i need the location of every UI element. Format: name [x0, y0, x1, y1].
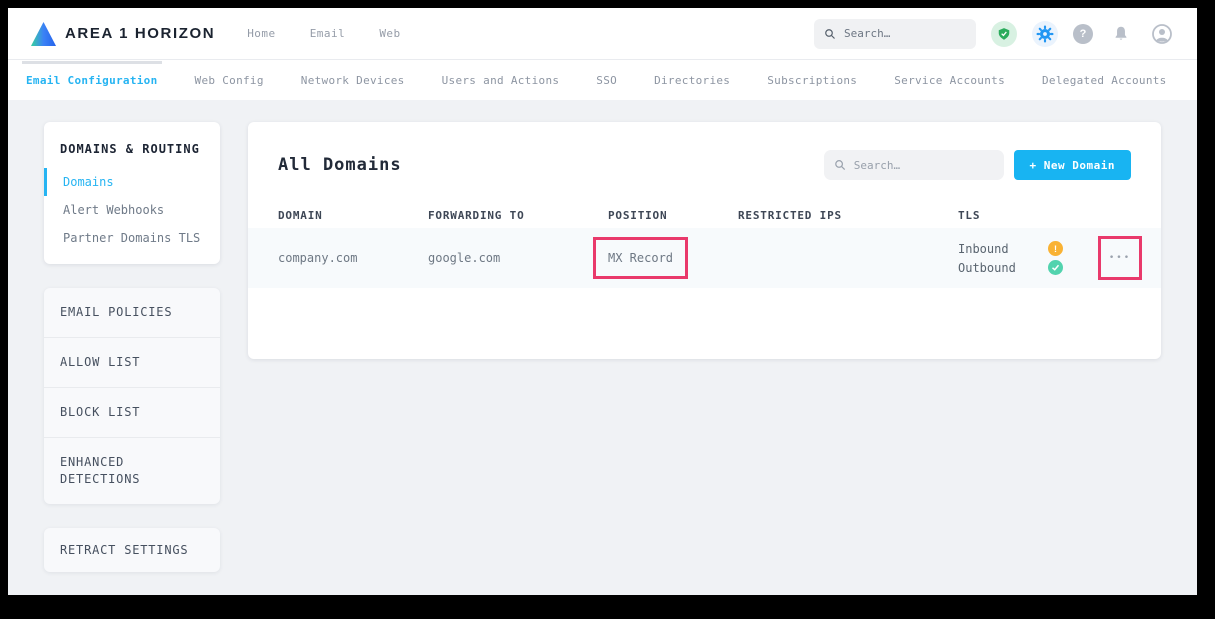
logo[interactable]: AREA 1 HORIZON	[30, 21, 215, 47]
help-glyph: ?	[1080, 28, 1087, 40]
shield-check-icon	[997, 27, 1011, 41]
tls-inbound-label: Inbound	[958, 242, 1048, 256]
page-title: All Domains	[278, 155, 402, 175]
tls-inbound: Inbound !	[958, 241, 1098, 256]
tab-network-devices[interactable]: Network Devices	[297, 61, 409, 100]
content-area: DOMAINS & ROUTING Domains Alert Webhooks…	[8, 100, 1197, 595]
global-search-input[interactable]	[844, 27, 966, 40]
col-header-domain: DOMAIN	[278, 209, 428, 222]
person-icon	[1151, 23, 1173, 45]
cell-position: MX Record	[608, 251, 673, 265]
global-search[interactable]	[814, 19, 976, 49]
cell-domain: company.com	[278, 251, 428, 265]
domains-search-input[interactable]	[854, 159, 994, 172]
tab-sso[interactable]: SSO	[592, 61, 621, 100]
tab-subscriptions[interactable]: Subscriptions	[763, 61, 861, 100]
top-bar-right: ?	[814, 19, 1175, 49]
help-icon[interactable]: ?	[1073, 24, 1093, 44]
search-icon	[834, 158, 846, 172]
sidebar-domains-routing-card: DOMAINS & ROUTING Domains Alert Webhooks…	[44, 122, 220, 264]
tls-outbound: Outbound	[958, 260, 1098, 275]
col-header-tls: TLS	[958, 209, 1098, 222]
row-actions-highlight-box: •••	[1098, 236, 1142, 280]
logo-triangle-icon	[30, 21, 57, 47]
cell-forwarding-to: google.com	[428, 251, 608, 265]
tab-delegated-accounts[interactable]: Delegated Accounts	[1038, 61, 1171, 100]
search-icon	[824, 27, 836, 41]
sidebar-card-title: DOMAINS & ROUTING	[44, 136, 220, 168]
tab-web-config[interactable]: Web Config	[191, 61, 268, 100]
col-header-forwarding-to: FORWARDING TO	[428, 209, 608, 222]
sidebar-item-partner-domains-tls[interactable]: Partner Domains TLS	[44, 224, 220, 252]
sidebar-item-email-policies[interactable]: EMAIL POLICIES	[44, 288, 220, 338]
table-row: company.com google.com MX Record Inbound…	[248, 228, 1161, 288]
cell-tls: Inbound ! Outbound	[958, 241, 1098, 275]
sidebar-sections-card: EMAIL POLICIES ALLOW LIST BLOCK LIST ENH…	[44, 288, 220, 504]
tab-directories[interactable]: Directories	[650, 61, 734, 100]
settings-gear-icon[interactable]	[1032, 21, 1058, 47]
more-options-icon[interactable]: •••	[1109, 253, 1131, 263]
new-domain-button[interactable]: + New Domain	[1014, 150, 1131, 180]
warning-icon: !	[1048, 241, 1063, 256]
domains-search[interactable]	[824, 150, 1004, 180]
top-nav-email[interactable]: Email	[310, 27, 346, 40]
bell-icon	[1112, 25, 1130, 43]
tab-email-configuration[interactable]: Email Configuration	[22, 61, 162, 100]
position-highlight-box: MX Record	[593, 237, 688, 279]
col-header-position: POSITION	[608, 209, 738, 222]
notifications-bell-icon[interactable]	[1108, 21, 1134, 47]
top-bar: AREA 1 HORIZON Home Email Web	[8, 8, 1197, 60]
app-window: AREA 1 HORIZON Home Email Web	[8, 8, 1197, 595]
top-nav-home[interactable]: Home	[247, 27, 276, 40]
sidebar-item-block-list[interactable]: BLOCK LIST	[44, 388, 220, 438]
tls-outbound-label: Outbound	[958, 261, 1048, 275]
sidebar-item-allow-list[interactable]: ALLOW LIST	[44, 338, 220, 388]
gear-icon	[1036, 25, 1054, 43]
tab-service-accounts[interactable]: Service Accounts	[890, 61, 1009, 100]
top-nav-web[interactable]: Web	[379, 27, 400, 40]
sub-navigation: Email Configuration Web Config Network D…	[8, 60, 1197, 100]
user-avatar-icon[interactable]	[1149, 21, 1175, 47]
top-navigation: Home Email Web	[247, 27, 401, 40]
sidebar-item-retract-settings[interactable]: RETRACT SETTINGS	[44, 528, 220, 572]
sidebar-item-alert-webhooks[interactable]: Alert Webhooks	[44, 196, 220, 224]
table-header-row: DOMAIN FORWARDING TO POSITION RESTRICTED…	[248, 202, 1161, 228]
tab-users-and-actions[interactable]: Users and Actions	[438, 61, 564, 100]
sidebar-item-enhanced-detections[interactable]: ENHANCED DETECTIONS	[44, 438, 174, 504]
all-domains-panel: All Domains + New Domain DOMAIN FORWARDI…	[248, 122, 1161, 359]
panel-header-controls: + New Domain	[824, 150, 1131, 180]
col-header-restricted-ips: RESTRICTED IPS	[738, 209, 958, 222]
security-shield-icon[interactable]	[991, 21, 1017, 47]
panel-header: All Domains + New Domain	[248, 122, 1161, 202]
check-icon	[1048, 260, 1063, 275]
logo-text: AREA 1 HORIZON	[65, 25, 215, 42]
sidebar-item-domains[interactable]: Domains	[44, 168, 220, 196]
